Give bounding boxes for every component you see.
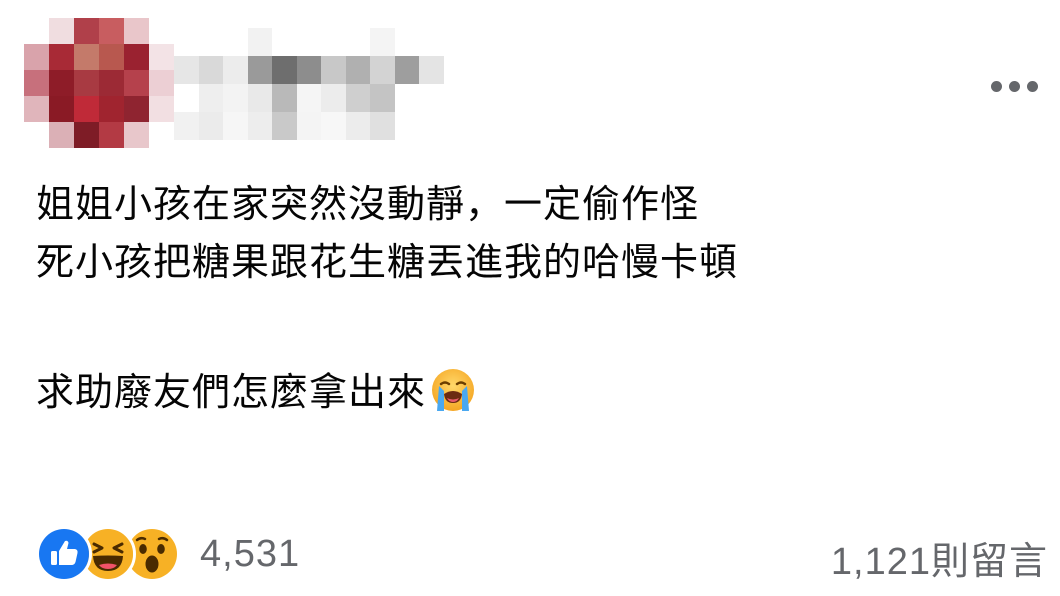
name-pixel [370, 56, 395, 84]
name-pixel [247, 28, 272, 56]
avatar-pixel [74, 96, 99, 122]
name-pixel [198, 112, 223, 140]
name-pixel [247, 84, 272, 112]
post-line-with-emoji: 求助廢友們怎麼拿出來 [36, 363, 1026, 429]
avatar-pixel [24, 44, 49, 70]
avatar-pixel [99, 122, 124, 148]
name-pixel [370, 28, 395, 56]
avatar[interactable] [24, 18, 174, 148]
name-pixel [345, 56, 370, 84]
comments-count-link[interactable]: 1,121則留言 [831, 530, 1048, 585]
avatar-pixel [124, 96, 149, 122]
name-pixel [296, 28, 321, 56]
name-pixel [321, 112, 346, 140]
more-dot-icon [1008, 80, 1020, 92]
avatar-pixel [124, 122, 149, 148]
avatar-pixel [74, 18, 99, 44]
paragraph-break [36, 291, 1026, 363]
avatar-pixel [124, 70, 149, 96]
post-footer: 4,531 1,121則留言 [36, 522, 1056, 586]
more-dot-icon [1026, 80, 1038, 92]
post-line: 求助廢友們怎麼拿出來 [36, 370, 427, 414]
post-line: 姐姐小孩在家突然沒動靜，一定偷作怪 [36, 182, 700, 226]
name-pixel [272, 112, 297, 140]
avatar-pixel [49, 96, 74, 122]
name-pixel [223, 112, 248, 140]
more-dot-icon [990, 80, 1002, 92]
like-reaction-icon [36, 526, 92, 582]
name-pixel [394, 56, 419, 84]
avatar-pixel [24, 96, 49, 122]
name-pixel [345, 84, 370, 112]
name-pixel [272, 28, 297, 56]
name-pixel [345, 112, 370, 140]
avatar-pixel [124, 18, 149, 44]
avatar-pixel [74, 70, 99, 96]
name-pixel [419, 28, 444, 56]
name-pixel [321, 84, 346, 112]
post-body: 姐姐小孩在家突然沒動靜，一定偷作怪 死小孩把糖果跟花生糖丟進我的哈慢卡頓 求助廢… [36, 175, 1026, 429]
avatar-pixel [74, 122, 99, 148]
name-pixel [370, 112, 395, 140]
name-pixel [223, 56, 248, 84]
name-pixel [370, 84, 395, 112]
name-pixel [296, 112, 321, 140]
name-pixel [394, 112, 419, 140]
reaction-count: 4,531 [200, 532, 301, 575]
name-pixel [174, 84, 199, 112]
name-pixel [272, 56, 297, 84]
name-pixel [345, 28, 370, 56]
avatar-pixel [149, 96, 174, 122]
reactions-summary[interactable]: 4,531 [36, 526, 300, 582]
name-pixel [394, 28, 419, 56]
avatar-pixel [24, 70, 49, 96]
avatar-pixel [99, 44, 124, 70]
name-pixel [419, 112, 444, 140]
avatar-pixel [49, 122, 74, 148]
name-pixel [272, 84, 297, 112]
avatar-pixel [74, 44, 99, 70]
avatar-pixel [149, 70, 174, 96]
avatar-pixel [49, 70, 74, 96]
avatar-pixel [24, 18, 49, 44]
avatar-pixel [99, 18, 124, 44]
avatar-pixel [149, 122, 174, 148]
loudly-crying-face-icon [430, 367, 476, 429]
avatar-pixel [99, 70, 124, 96]
avatar-pixel [149, 44, 174, 70]
name-pixel [174, 112, 199, 140]
name-pixel [419, 84, 444, 112]
name-pixel [223, 28, 248, 56]
post-header [24, 18, 1044, 158]
avatar-pixel [49, 44, 74, 70]
name-pixel [321, 56, 346, 84]
name-pixel [296, 56, 321, 84]
author-name-redacted [174, 28, 444, 140]
name-pixel [198, 28, 223, 56]
avatar-pixel [149, 18, 174, 44]
name-pixel [174, 56, 199, 84]
avatar-pixel [49, 18, 74, 44]
name-pixel [321, 28, 346, 56]
name-pixel [296, 84, 321, 112]
post-line: 死小孩把糖果跟花生糖丟進我的哈慢卡頓 [36, 240, 739, 284]
name-pixel [419, 56, 444, 84]
name-pixel [247, 112, 272, 140]
avatar-pixel [24, 122, 49, 148]
name-pixel [247, 56, 272, 84]
name-pixel [223, 84, 248, 112]
avatar-pixel [124, 44, 149, 70]
name-pixel [174, 28, 199, 56]
avatar-pixel [99, 96, 124, 122]
name-pixel [394, 84, 419, 112]
name-pixel [198, 56, 223, 84]
more-options-button[interactable] [984, 72, 1044, 100]
name-pixel [198, 84, 223, 112]
